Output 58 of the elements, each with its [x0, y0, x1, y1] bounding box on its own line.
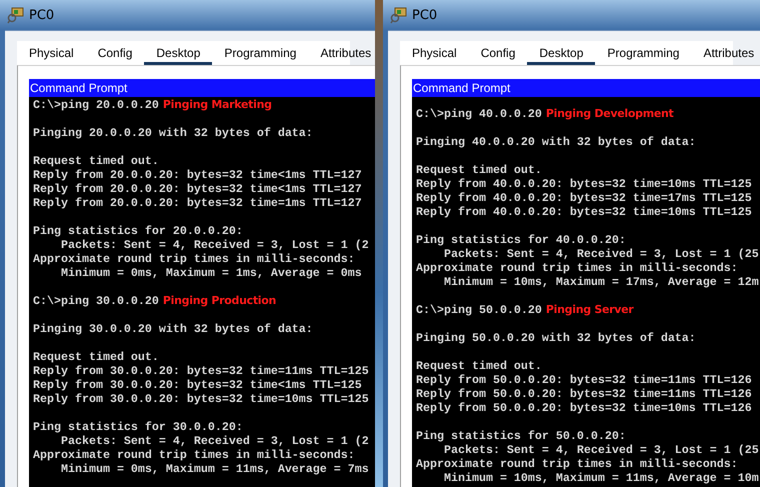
console-output: Reply from 40.0.0.20: bytes=32 time=10ms TTL=125 [416, 205, 753, 219]
console-output: Request timed out. [416, 163, 543, 177]
console-output: Minimum = 0ms, Maximum = 11ms, Average = 7ms [60, 462, 370, 476]
console-output: Minimum = 10ms, Maximum = 11ms, Average = 10m [442, 471, 760, 485]
console-output: Request timed out. [416, 359, 543, 373]
command-line: C:\>ping 40.0.0.20 [416, 107, 542, 121]
console-title: Command Prompt [412, 79, 760, 97]
console-output: Ping statistics for 20.0.0.20: [33, 224, 244, 238]
console-output: Ping statistics for 50.0.0.20: [416, 429, 627, 443]
command-line: C:\>ping 50.0.0.20 [416, 303, 542, 317]
annotation-text: Pinging Production [162, 294, 276, 307]
app-icon [7, 6, 25, 24]
console-output: Approximate round trip times in milli-seconds: [416, 261, 739, 275]
console-output: Reply from 40.0.0.20: bytes=32 time=17ms TTL=125 [416, 191, 753, 205]
tab[interactable]: Attributes [308, 41, 375, 65]
window-title: PC0 [29, 8, 54, 22]
tab[interactable]: Physical [17, 41, 86, 65]
console-output: Ping statistics for 30.0.0.20: [33, 420, 244, 434]
console-output: Reply from 20.0.0.20: bytes=32 time<1ms TTL=127 [33, 182, 363, 196]
tab[interactable]: Config [86, 41, 144, 65]
console-output: Reply from 20.0.0.20: bytes=32 time<1ms TTL=127 [33, 168, 363, 182]
console-output: Pinging 50.0.0.20 with 32 bytes of data: [416, 331, 697, 345]
console-output: Request timed out. [33, 154, 160, 168]
console-output: Reply from 40.0.0.20: bytes=32 time=10ms TTL=125 [416, 177, 753, 191]
console-output: Reply from 30.0.0.20: bytes=32 time=10ms TTL=125 [33, 392, 370, 406]
tab[interactable]: Attributes [691, 41, 760, 65]
console-output: Approximate round trip times in milli-seconds: [33, 448, 356, 462]
annotation-text: Pinging Server [546, 303, 634, 316]
console-output: Approximate round trip times in milli-seconds: [416, 457, 739, 471]
console-output: Reply from 30.0.0.20: bytes=32 time<1ms TTL=125 [33, 378, 363, 392]
console-output: Approximate round trip times in milli-seconds: [33, 252, 356, 266]
tab[interactable]: Physical [400, 41, 469, 65]
console-output: Packets: Sent = 4, Received = 3, Lost = 1 (25 [442, 247, 760, 261]
console-output: Reply from 50.0.0.20: bytes=32 time=11ms TTL=126 [416, 387, 753, 401]
console-output: Pinging 30.0.0.20 with 32 bytes of data: [33, 322, 314, 336]
command-line: C:\>ping 20.0.0.20 [33, 98, 159, 112]
console-output: Packets: Sent = 4, Received = 3, Lost = 1 (2 [60, 238, 370, 252]
console-title: Command Prompt [29, 79, 375, 97]
console-output: Packets: Sent = 4, Received = 3, Lost = 1 (25 [442, 443, 760, 457]
console-output: Minimum = 0ms, Maximum = 1ms, Average = 0ms [60, 266, 363, 280]
console-output: Pinging 40.0.0.20 with 32 bytes of data: [416, 135, 697, 149]
console-output: Reply from 50.0.0.20: bytes=32 time=10ms TTL=126 [416, 401, 753, 415]
console-output: Reply from 50.0.0.20: bytes=32 time=11ms TTL=126 [416, 373, 753, 387]
console-output: Ping statistics for 40.0.0.20: [416, 233, 627, 247]
app-icon [390, 6, 408, 24]
console-output: Reply from 20.0.0.20: bytes=32 time=1ms TTL=127 [33, 196, 363, 210]
command-line: C:\>ping 30.0.0.20 [33, 294, 159, 308]
console-output: Request timed out. [33, 350, 160, 364]
tab[interactable]: Programming [595, 41, 692, 65]
console-output: Pinging 20.0.0.20 with 32 bytes of data: [33, 126, 314, 140]
tab[interactable]: Config [468, 41, 528, 65]
tab[interactable]: Programming [212, 41, 308, 65]
console-output: Reply from 30.0.0.20: bytes=32 time=11ms TTL=125 [33, 364, 370, 378]
console-output: Packets: Sent = 4, Received = 3, Lost = 1 (2 [60, 434, 370, 448]
annotation-text: Pinging Marketing [162, 98, 272, 111]
window-title: PC0 [412, 8, 438, 22]
annotation-text: Pinging Development [546, 107, 674, 120]
console-output: Minimum = 10ms, Maximum = 17ms, Average = 12m [442, 275, 760, 289]
